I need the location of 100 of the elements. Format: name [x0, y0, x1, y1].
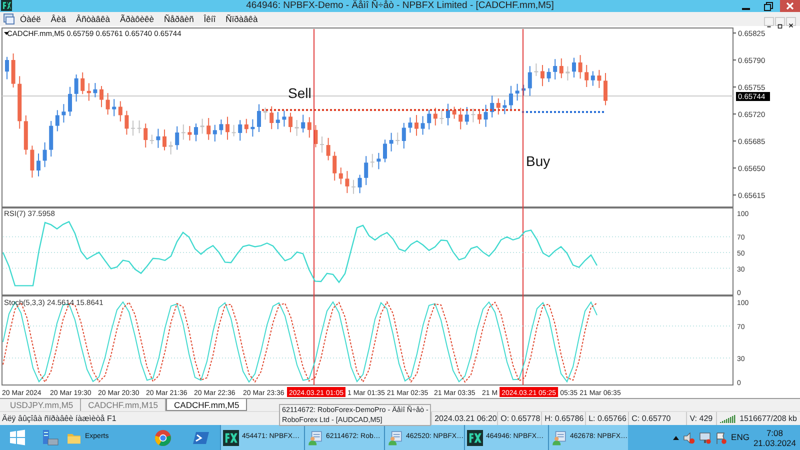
menu-item[interactable]: Ñåðâèñ	[159, 12, 199, 26]
candle	[345, 170, 350, 194]
browser-icon	[153, 428, 173, 448]
candle	[194, 122, 198, 142]
candle	[11, 52, 16, 88]
candle	[24, 114, 28, 156]
document-person-icon	[307, 430, 323, 446]
candle	[320, 136, 324, 154]
candle	[68, 86, 72, 116]
candle	[212, 124, 217, 142]
menu-item[interactable]: Ñïðàâêà	[220, 12, 263, 26]
status-field: V: 429	[690, 412, 713, 426]
candle	[528, 66, 532, 96]
candle	[175, 126, 180, 150]
candle	[402, 122, 406, 150]
candle	[219, 119, 224, 136]
candle	[332, 151, 337, 182]
speaker-muted-icon	[683, 432, 696, 444]
candle	[30, 145, 34, 178]
close-button[interactable]	[786, 17, 796, 26]
language-indicator[interactable]: ENG	[731, 431, 750, 444]
candle	[168, 141, 173, 155]
candle	[604, 72, 608, 106]
candle	[471, 108, 476, 123]
candle	[484, 104, 488, 128]
candle	[200, 118, 204, 134]
candle	[383, 139, 387, 163]
candle	[55, 110, 60, 132]
candle	[408, 116, 412, 134]
candle	[584, 64, 589, 88]
candle	[515, 83, 520, 102]
status-text: Äëÿ âûçîâà ñïðàâêè íàæìèòå F1	[1, 413, 118, 425]
candle	[364, 156, 368, 186]
candle	[150, 134, 154, 145]
candle	[276, 111, 280, 130]
status-field: L: 0.65766	[588, 412, 626, 426]
candle	[144, 123, 148, 148]
candle	[502, 99, 507, 115]
candle	[74, 74, 78, 102]
chart-tab[interactable]: USDJPY.mm,M5	[3, 399, 82, 411]
candle	[572, 57, 576, 78]
candle	[282, 110, 286, 128]
candle	[440, 110, 444, 124]
caret-icon	[4, 32, 9, 35]
restore-button[interactable]	[775, 17, 785, 26]
windows-logo-icon	[8, 428, 28, 448]
candle	[338, 167, 343, 185]
candle	[5, 56, 9, 80]
candle	[420, 116, 425, 136]
candle	[389, 132, 394, 152]
clock-time[interactable]: 7:08	[753, 428, 796, 438]
candle	[137, 120, 142, 134]
candle	[396, 132, 400, 146]
caret-icon	[673, 436, 680, 440]
menu-item[interactable]: Âèä	[46, 12, 71, 26]
candle	[301, 114, 306, 134]
candle	[80, 72, 85, 95]
menu-item[interactable]: Óàéë	[15, 12, 46, 26]
candle	[490, 95, 494, 118]
candle	[452, 106, 456, 120]
candle	[118, 100, 122, 122]
candle	[314, 124, 318, 148]
restore-icon	[764, 2, 773, 10]
window-title: 464946: NPBFX-Demo - Äåìî Ñ÷åò - NPBFX Limited - [CADCHF.mm,M5]	[246, 0, 554, 12]
menu-item[interactable]: Âñòàâêà	[70, 12, 115, 26]
restore-icon	[776, 22, 784, 30]
document-person-icon	[387, 430, 403, 446]
candle	[553, 58, 558, 80]
candle	[18, 76, 22, 130]
candle	[433, 107, 438, 126]
candle	[62, 104, 66, 124]
candle	[590, 70, 595, 86]
menu-item[interactable]: Îêíî	[198, 12, 221, 26]
candle	[250, 118, 255, 138]
candle	[534, 62, 538, 77]
candle	[112, 98, 116, 117]
candle	[188, 126, 192, 141]
status-field: H: 0.65786	[544, 412, 584, 426]
candle	[509, 85, 513, 112]
candle	[42, 142, 47, 168]
candle	[446, 103, 450, 126]
signal-bars-icon	[720, 414, 736, 423]
menu-item[interactable]: Ãðàôèêè	[114, 12, 160, 26]
candle	[238, 120, 242, 142]
candle	[232, 124, 236, 137]
app-icon	[1, 0, 12, 11]
close-icon	[787, 22, 795, 30]
candle	[478, 109, 482, 124]
app-icon	[223, 430, 239, 446]
app-icon	[467, 430, 483, 446]
candle	[376, 152, 381, 170]
candle	[458, 107, 463, 130]
clock-date[interactable]: 21.03.2024	[753, 438, 796, 448]
status-field: 1516677/208 kb	[740, 412, 797, 426]
chart-tab[interactable]: CADCHF.mm,M5	[166, 399, 248, 411]
candle	[226, 116, 230, 140]
candle	[358, 174, 362, 194]
candle	[370, 153, 374, 168]
candle	[263, 107, 268, 120]
candle	[86, 82, 91, 102]
